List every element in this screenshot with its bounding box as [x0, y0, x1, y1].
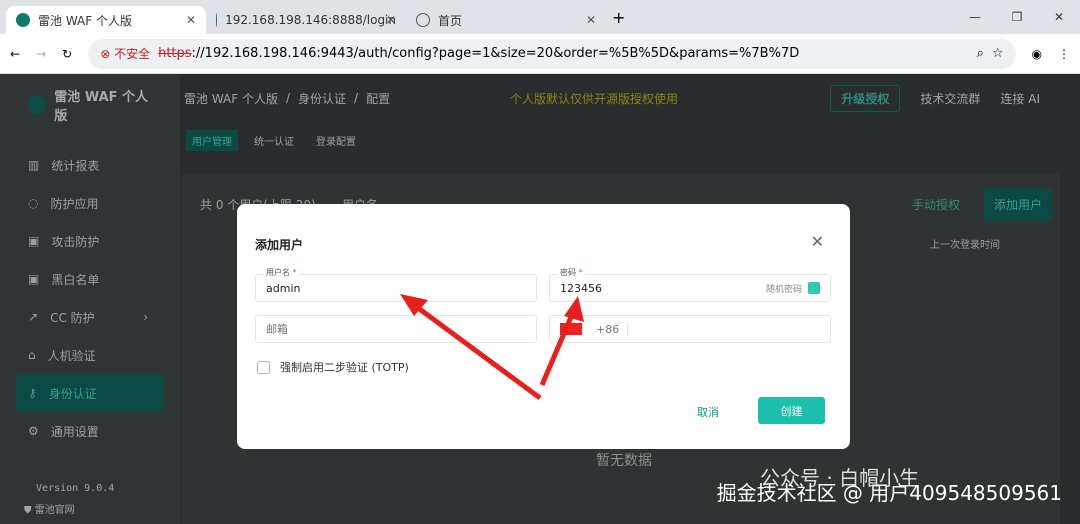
dialog-title: 添加用户 [255, 238, 304, 252]
browser-tab[interactable]: 首页 ✕ [406, 6, 606, 34]
tab-title: 雷池 WAF 个人版 [38, 13, 132, 28]
username-field[interactable]: 用户名 * admin [255, 267, 537, 302]
browser-tabbar: 雷池 WAF 个人版 ✕ 192.168.198.146:8888/login ✕ … [0, 0, 1080, 34]
tab-sso[interactable]: 统一认证 [248, 130, 300, 151]
globe-icon [416, 13, 430, 27]
browser-tab[interactable]: 雷池 WAF 个人版 ✕ [6, 6, 206, 34]
nav-stats[interactable]: ▥ 统计报表 [16, 146, 164, 184]
phone-field[interactable]: +86 [549, 315, 831, 343]
breadcrumb-item: 配置 [366, 91, 391, 106]
insecure-badge[interactable]: ⊗ 不安全 [100, 45, 150, 62]
empty-state: 暂无数据 [596, 453, 652, 469]
maximize-button[interactable]: ❐ [996, 0, 1038, 34]
add-user-dialog: 添加用户 ✕ 用户名 * admin 密码 * 123456 随机密码 邮箱 +86… [237, 204, 850, 449]
header: 雷池 WAF 个人版 / 身份认证 / 配置 个人版默认仅供开源版授权使用 升级授权… [180, 74, 1080, 122]
ai-link[interactable]: 连接 AI [1000, 90, 1040, 107]
add-user-button[interactable]: 添加用户 [983, 188, 1052, 221]
totp-checkbox[interactable]: 强制启用二步验证 (TOTP) [257, 359, 409, 375]
browser-tab[interactable]: 192.168.198.146:8888/login ✕ [206, 6, 406, 34]
tab-login[interactable]: 登录配置 [310, 130, 362, 151]
dice-icon [808, 282, 820, 294]
logo: 雷池 WAF 个人版 [0, 74, 180, 136]
nav-lists[interactable]: ▣ 黑白名单 [16, 260, 164, 298]
create-button[interactable]: 创建 [758, 397, 825, 424]
breadcrumb-item[interactable]: 雷池 WAF 个人版 [184, 90, 278, 107]
bookmark-star-icon[interactable]: ☆ [992, 46, 1004, 61]
nav-attack[interactable]: ▣ 攻击防护 [16, 222, 164, 260]
password-field[interactable]: 密码 * 123456 随机密码 [549, 267, 831, 302]
version: Version 9.0.4 [36, 483, 115, 494]
reload-icon[interactable]: ↻ [62, 47, 72, 61]
safeline-icon [16, 13, 30, 27]
tab-title: 首页 [438, 13, 463, 28]
forward-icon[interactable]: → [36, 47, 46, 61]
cancel-button[interactable]: 取消 [697, 404, 719, 420]
community-link[interactable]: 技术交流群 [920, 90, 980, 107]
close-icon[interactable]: ✕ [386, 13, 396, 27]
flag-icon [560, 323, 582, 335]
nav-apps[interactable]: ◌ 防护应用 [16, 184, 164, 222]
watermark-site: 掘金技术社区 @ 用户409548509561 [716, 481, 1062, 505]
safeline-icon [216, 13, 218, 27]
upgrade-button[interactable]: 升级授权 [830, 84, 901, 112]
url-field[interactable]: ⊗ 不安全 https://192.168.198.146:9443/auth/… [88, 38, 1016, 69]
breadcrumb-item[interactable]: 身份认证 [298, 90, 346, 107]
random-password-button[interactable]: 随机密码 [766, 282, 820, 295]
nav-auth[interactable]: ⚷ 身份认证 [16, 374, 164, 412]
back-icon[interactable]: ← [10, 47, 20, 61]
nav-cc[interactable]: ↗ CC 防护 › [16, 298, 164, 336]
close-icon[interactable]: ✕ [586, 13, 596, 27]
url-text: https://192.168.198.146:9443/auth/config… [158, 46, 800, 61]
email-field[interactable]: 邮箱 [255, 315, 537, 343]
new-tab-button[interactable]: + [612, 8, 625, 27]
column-last-login: 上一次登录时间 [930, 240, 1000, 251]
window-close-button[interactable]: ✕ [1038, 0, 1080, 34]
menu-icon[interactable]: ⋮ [1058, 47, 1070, 61]
close-icon[interactable]: ✕ [186, 13, 196, 27]
tab-title: 192.168.198.146:8888/login [225, 13, 396, 27]
profile-icon[interactable]: ◉ [1032, 47, 1042, 61]
sidebar: 雷池 WAF 个人版 ▥ 统计报表 ◌ 防护应用 ▣ 攻击防护 ▣ 黑白名单 ↗ CC 防… [0, 74, 180, 524]
close-icon[interactable]: ✕ [811, 232, 824, 251]
manual-auth-button[interactable]: 手动授权 [912, 196, 960, 213]
tab-users[interactable]: 用户管理 [186, 130, 238, 151]
zoom-icon[interactable]: ⌕ [977, 46, 984, 61]
address-bar-row: ← → ↻ ⊗ 不安全 https://192.168.198.146:9443/a… [0, 34, 1080, 74]
official-site-link[interactable]: ⛊ 雷池官网 [24, 501, 75, 516]
minimize-button[interactable]: — [954, 0, 996, 34]
nav-settings[interactable]: ⚙ 通用设置 [16, 412, 164, 450]
nav-captcha[interactable]: ⌂ 人机验证 [16, 336, 164, 374]
notice[interactable]: 个人版默认仅供开源版授权使用 [510, 90, 678, 107]
